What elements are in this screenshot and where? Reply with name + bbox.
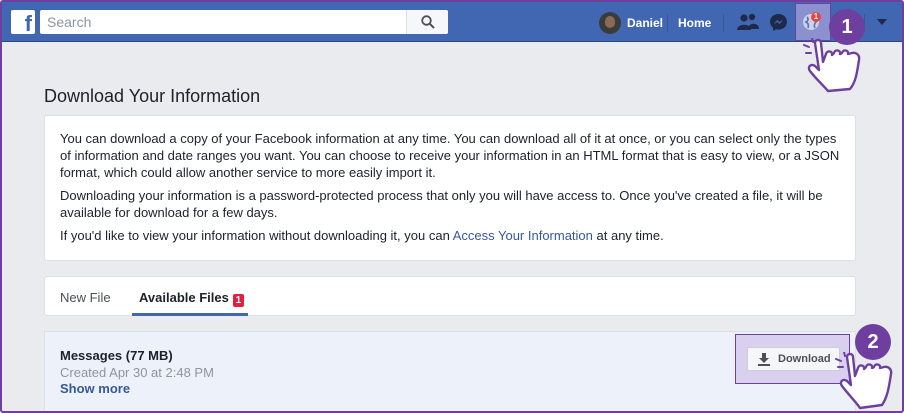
top-navigation-bar: f Daniel Home bbox=[2, 2, 902, 42]
pointer-hand-icon bbox=[803, 38, 861, 93]
search-input[interactable] bbox=[40, 10, 406, 34]
intro-paragraph: You can download a copy of your Facebook… bbox=[60, 131, 840, 180]
search-box bbox=[40, 10, 448, 34]
facebook-logo-icon[interactable]: f bbox=[11, 10, 35, 36]
access-your-information-link[interactable]: Access Your Information bbox=[453, 228, 593, 243]
tab-available-files-label: Available Files bbox=[139, 290, 229, 305]
search-icon bbox=[421, 15, 435, 29]
window-frame: f Daniel Home bbox=[0, 0, 904, 413]
friend-requests-icon[interactable] bbox=[737, 13, 759, 31]
nav-divider bbox=[723, 14, 724, 32]
download-button-label: Download bbox=[778, 353, 831, 365]
account-menu-caret-icon[interactable] bbox=[877, 19, 887, 25]
facebook-logo-letter: f bbox=[24, 11, 32, 36]
available-files-badge: 1 bbox=[232, 294, 244, 307]
avatar[interactable] bbox=[599, 12, 621, 34]
tab-available-files[interactable]: Available Files 1 bbox=[139, 290, 244, 307]
download-icon bbox=[758, 353, 770, 366]
profile-name-link[interactable]: Daniel bbox=[627, 16, 663, 30]
download-button[interactable]: Download bbox=[747, 347, 840, 371]
notification-badge: 1 bbox=[811, 12, 821, 22]
home-link[interactable]: Home bbox=[678, 16, 711, 30]
file-created-date: Created Apr 30 at 2:48 PM bbox=[60, 365, 214, 380]
pointer-hand-icon bbox=[835, 352, 893, 410]
search-button[interactable] bbox=[406, 10, 448, 34]
file-tabs: New File Available Files 1 bbox=[44, 276, 856, 316]
show-more-link[interactable]: Show more bbox=[60, 381, 130, 396]
view-information-paragraph: If you'd like to view your information w… bbox=[60, 227, 840, 244]
view-prefix-text: If you'd like to view your information w… bbox=[60, 228, 453, 243]
nav-divider bbox=[667, 14, 668, 32]
active-tab-indicator bbox=[132, 313, 248, 316]
view-suffix-text: at any time. bbox=[592, 228, 664, 243]
messenger-icon[interactable] bbox=[769, 13, 788, 32]
file-name: Messages (77 MB) bbox=[60, 348, 173, 363]
tab-new-file[interactable]: New File bbox=[60, 290, 111, 305]
page-title: Download Your Information bbox=[44, 86, 261, 106]
password-paragraph: Downloading your information is a passwo… bbox=[60, 188, 823, 220]
info-card: You can download a copy of your Facebook… bbox=[44, 115, 856, 261]
